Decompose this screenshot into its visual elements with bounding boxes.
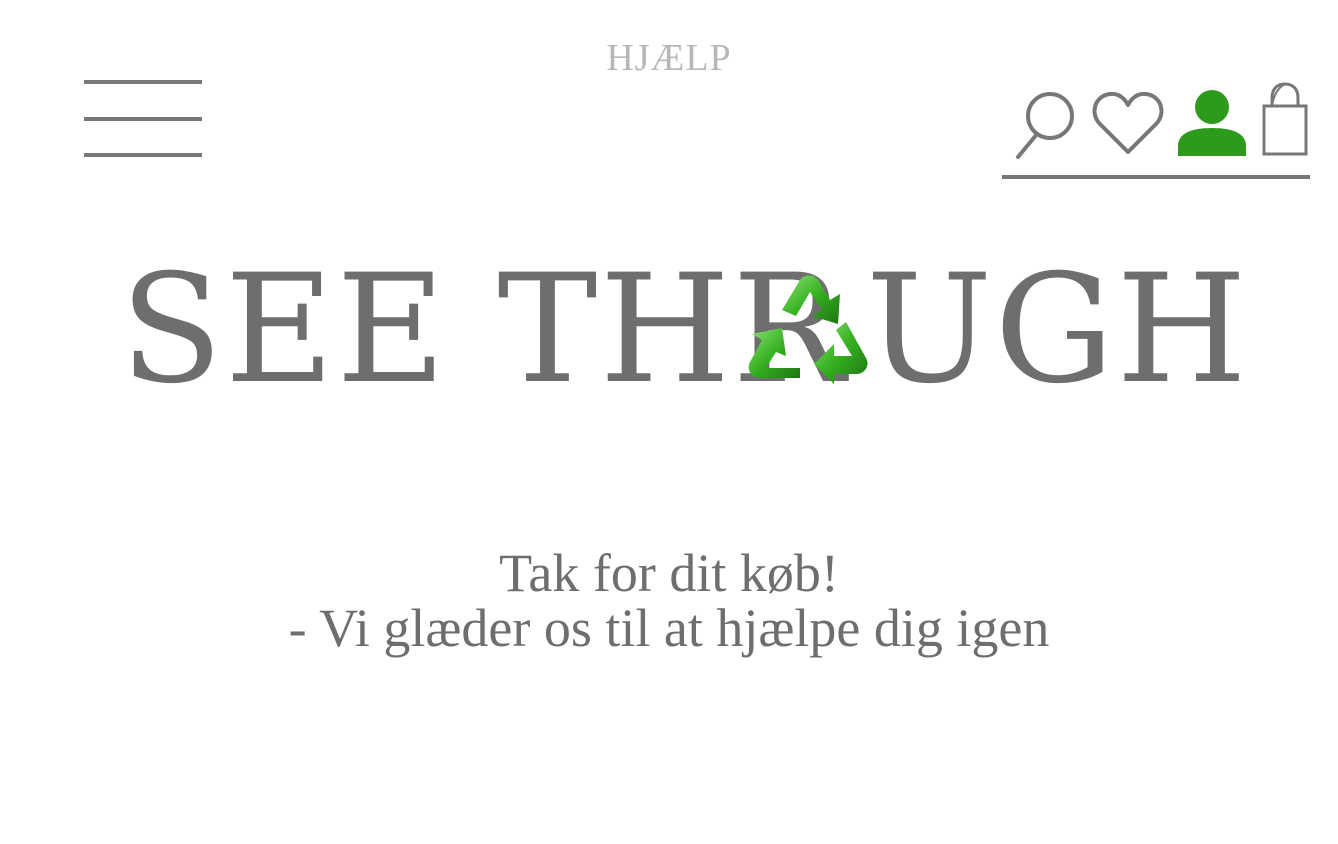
recycle-icon bbox=[748, 275, 868, 384]
menu-button[interactable] bbox=[84, 80, 204, 160]
logo-text-start: SEE THR bbox=[120, 243, 848, 417]
favorites-button[interactable] bbox=[1092, 90, 1164, 156]
user-icon bbox=[1178, 90, 1246, 156]
logo-text-end: UGH bbox=[866, 243, 1250, 417]
account-button[interactable] bbox=[1176, 88, 1248, 158]
menu-icon-bar-bottom bbox=[84, 153, 202, 157]
menu-icon-bar-middle bbox=[84, 117, 202, 121]
header-underline bbox=[1002, 175, 1310, 179]
search-button[interactable] bbox=[1012, 88, 1078, 160]
shopping-bag-icon bbox=[1262, 82, 1308, 156]
help-link[interactable]: HJÆLP bbox=[0, 36, 1338, 80]
cart-button[interactable] bbox=[1258, 82, 1312, 158]
menu-icon-bar-top bbox=[84, 80, 202, 84]
thank-you-heading: Tak for dit køb! bbox=[499, 543, 839, 603]
search-icon bbox=[1016, 92, 1074, 159]
brand-logo[interactable]: SEE THR UGH bbox=[0, 250, 1338, 410]
heart-icon bbox=[1092, 91, 1164, 154]
thank-you-subtext: - Vi glæder os til at hjælpe dig igen bbox=[288, 598, 1050, 658]
